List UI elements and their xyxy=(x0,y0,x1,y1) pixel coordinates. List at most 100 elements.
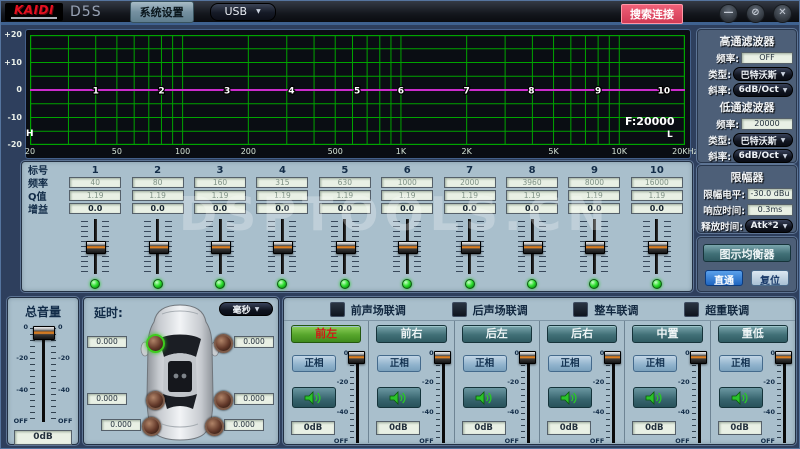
channel-slider-track[interactable] xyxy=(612,351,615,443)
channel-gain-input[interactable]: 0dB xyxy=(376,421,420,435)
band-gain-slider[interactable] xyxy=(389,217,425,276)
band-q-input[interactable]: 1.19 xyxy=(132,190,184,201)
lpf-slope-select[interactable]: 6dB/Oct▼ xyxy=(733,149,793,163)
link-checkbox-item[interactable]: 整车联调 xyxy=(573,302,638,318)
channel-slider-handle[interactable] xyxy=(434,351,451,364)
band-gain-input[interactable]: 0.0 xyxy=(444,203,496,214)
band-slider-handle[interactable] xyxy=(585,241,605,254)
band-gain-slider[interactable] xyxy=(264,217,300,276)
band-gain-input[interactable]: 0.0 xyxy=(506,203,558,214)
maximize-icon[interactable]: ⊘ xyxy=(746,4,765,23)
channel-slider-track[interactable] xyxy=(783,351,786,443)
band-q-input[interactable]: 1.19 xyxy=(256,190,308,201)
bypass-button[interactable]: 直通 xyxy=(705,270,743,286)
channel-slider-handle[interactable] xyxy=(604,351,621,364)
channel-slider-handle[interactable] xyxy=(775,351,792,364)
mute-button[interactable] xyxy=(633,387,677,408)
band-slider-handle[interactable] xyxy=(86,241,106,254)
band-gain-slider[interactable] xyxy=(514,217,550,276)
lpf-type-select[interactable]: 巴特沃斯▼ xyxy=(733,133,793,147)
channel-name-button[interactable]: 前右 xyxy=(376,325,446,343)
channel-gain-input[interactable]: 0dB xyxy=(462,421,506,435)
limiter-release-select[interactable]: Atk*2▼ xyxy=(745,219,793,233)
band-gain-slider[interactable] xyxy=(327,217,363,276)
eq-curve-point[interactable]: 4 xyxy=(288,87,294,97)
channel-name-button[interactable]: 重低 xyxy=(718,325,788,343)
band-gain-input[interactable]: 0.0 xyxy=(568,203,620,214)
link-checkbox-item[interactable]: 后声场联调 xyxy=(452,302,528,318)
minimize-icon[interactable]: — xyxy=(719,4,738,23)
mute-button[interactable] xyxy=(463,387,507,408)
band-gain-input[interactable]: 0.0 xyxy=(132,203,184,214)
delay-value-input[interactable]: 0.000 xyxy=(87,336,127,348)
phase-button[interactable]: 正相 xyxy=(292,355,336,372)
phase-button[interactable]: 正相 xyxy=(719,355,763,372)
channel-volume-slider[interactable]: 0-20-40OFF xyxy=(505,351,536,443)
band-q-input[interactable]: 1.19 xyxy=(69,190,121,201)
speaker-knob[interactable] xyxy=(146,391,165,410)
checkbox-icon[interactable] xyxy=(452,302,467,317)
phase-button[interactable]: 正相 xyxy=(377,355,421,372)
eq-curve-point[interactable]: 6 xyxy=(398,87,404,97)
band-freq-input[interactable]: 2000 xyxy=(444,177,496,188)
delay-value-input[interactable]: 0.000 xyxy=(101,419,141,431)
band-slider-handle[interactable] xyxy=(523,241,543,254)
mute-button[interactable] xyxy=(719,387,763,408)
close-icon[interactable]: ✕ xyxy=(773,4,792,23)
eq-curve-point[interactable]: 7 xyxy=(464,87,470,97)
reset-button[interactable]: 复位 xyxy=(751,270,789,286)
band-slider-handle[interactable] xyxy=(211,241,231,254)
eq-curve-point[interactable]: 1 xyxy=(93,87,99,97)
band-gain-slider[interactable] xyxy=(452,217,488,276)
speaker-knob[interactable] xyxy=(142,417,161,436)
band-gain-input[interactable]: 0.0 xyxy=(194,203,246,214)
mute-button[interactable] xyxy=(548,387,592,408)
eq-curve-point[interactable]: 2 xyxy=(158,87,164,97)
limiter-attack-input[interactable]: 0.3ms xyxy=(747,204,793,216)
band-gain-input[interactable]: 0.0 xyxy=(256,203,308,214)
band-slider-handle[interactable] xyxy=(648,241,668,254)
hpf-type-select[interactable]: 巴特沃斯▼ xyxy=(733,67,793,81)
checkbox-icon[interactable] xyxy=(573,302,588,317)
master-volume-slider[interactable]: 0-20-40OFF 0-20-40OFF xyxy=(13,326,73,422)
band-gain-slider[interactable] xyxy=(576,217,612,276)
band-q-input[interactable]: 1.19 xyxy=(319,190,371,201)
delay-value-input[interactable]: 0.000 xyxy=(224,419,264,431)
channel-slider-handle[interactable] xyxy=(348,351,365,364)
band-q-input[interactable]: 1.19 xyxy=(381,190,433,201)
channel-gain-input[interactable]: 0dB xyxy=(547,421,591,435)
band-gain-slider[interactable] xyxy=(77,217,113,276)
phase-button[interactable]: 正相 xyxy=(463,355,507,372)
band-q-input[interactable]: 1.19 xyxy=(631,190,683,201)
delay-value-input[interactable]: 0.000 xyxy=(234,393,274,405)
band-gain-slider[interactable] xyxy=(140,217,176,276)
channel-name-button[interactable]: 前左 xyxy=(291,325,361,343)
band-gain-slider[interactable] xyxy=(639,217,675,276)
channel-slider-track[interactable] xyxy=(698,351,701,443)
band-gain-input[interactable]: 0.0 xyxy=(69,203,121,214)
channel-slider-handle[interactable] xyxy=(690,351,707,364)
band-slider-handle[interactable] xyxy=(461,241,481,254)
link-checkbox-item[interactable]: 前声场联调 xyxy=(330,302,406,318)
channel-slider-handle[interactable] xyxy=(519,351,536,364)
band-gain-input[interactable]: 0.0 xyxy=(381,203,433,214)
band-freq-input[interactable]: 80 xyxy=(132,177,184,188)
channel-name-button[interactable]: 后右 xyxy=(547,325,617,343)
eq-curve-point[interactable]: 3 xyxy=(224,87,230,97)
mute-button[interactable] xyxy=(292,387,336,408)
lpf-freq-input[interactable]: 20000 xyxy=(741,118,793,130)
band-slider-handle[interactable] xyxy=(149,241,169,254)
phase-button[interactable]: 正相 xyxy=(548,355,592,372)
hpf-freq-input[interactable]: OFF xyxy=(741,52,793,64)
band-gain-slider[interactable] xyxy=(202,217,238,276)
channel-volume-slider[interactable]: 0-20-40OFF xyxy=(590,351,621,443)
channel-gain-input[interactable]: 0dB xyxy=(718,421,762,435)
connection-select[interactable]: USB ▼ xyxy=(210,3,276,21)
channel-volume-slider[interactable]: 0-20-40OFF xyxy=(676,351,707,443)
hpf-slope-select[interactable]: 6dB/Oct▼ xyxy=(733,83,793,97)
channel-slider-track[interactable] xyxy=(527,351,530,443)
speaker-knob-selected[interactable] xyxy=(146,334,165,353)
band-q-input[interactable]: 1.19 xyxy=(568,190,620,201)
band-freq-input[interactable]: 315 xyxy=(256,177,308,188)
band-freq-input[interactable]: 40 xyxy=(69,177,121,188)
